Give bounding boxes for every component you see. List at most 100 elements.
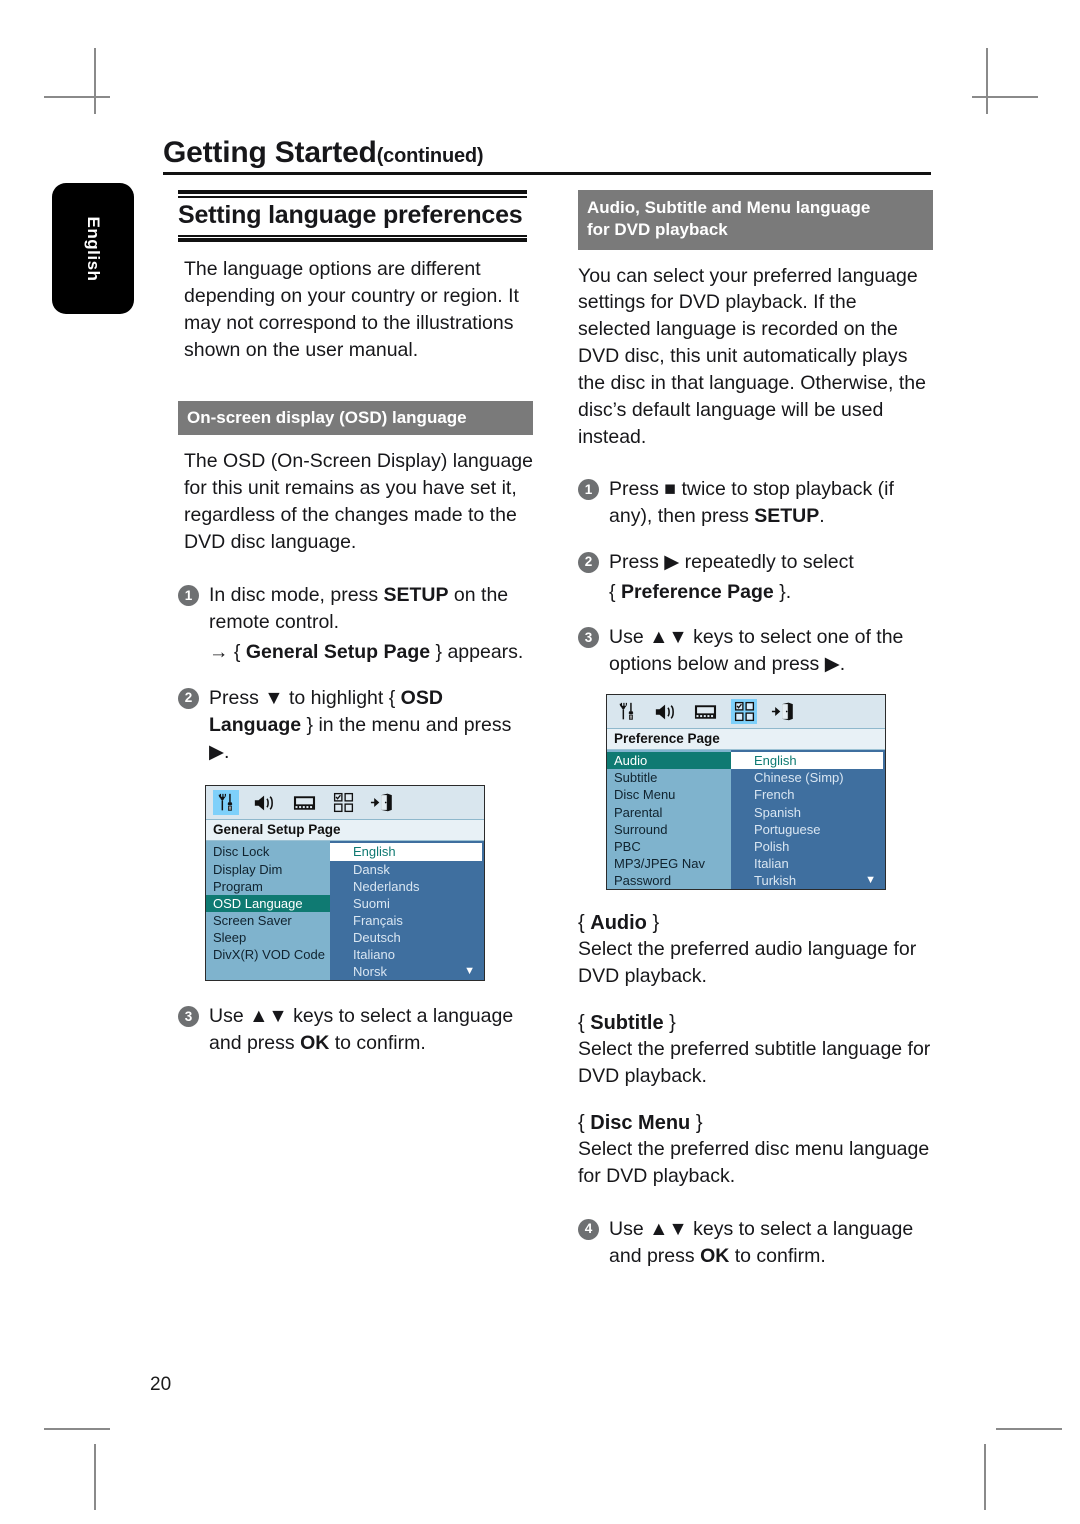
osd-option[interactable]: French <box>731 786 885 803</box>
osd-menu-item[interactable]: PBC <box>607 838 731 855</box>
step-subline-pre: { <box>609 580 621 603</box>
step-text: Use ▲▼ keys to select a language and pre… <box>209 1003 533 1057</box>
osd-option[interactable]: Portuguese <box>731 821 885 838</box>
chapter-title-text: Getting Started <box>163 136 377 169</box>
left-osd-paragraph: The OSD (On-Screen Display) language for… <box>184 450 533 554</box>
step-arrow-bold: General Setup Page <box>245 640 431 663</box>
osd-menu-item[interactable]: DivX(R) VOD Code <box>206 946 330 963</box>
page-title: Getting Started(continued) <box>163 136 484 170</box>
crop-mark-top-left-h <box>44 96 110 98</box>
step-text-post: to confirm. <box>729 1244 826 1267</box>
osd-page-title: General Setup Page <box>206 820 484 842</box>
osd-menu-item[interactable]: Screen Saver <box>206 912 330 929</box>
step-subline-post: }. <box>773 580 792 603</box>
step-text-post: to confirm. <box>329 1032 426 1055</box>
osd-option[interactable]: Italiano <box>330 946 484 963</box>
osd-menu-item[interactable]: MP3/JPEG Nav <box>607 855 731 872</box>
chapter-title-continued: (continued) <box>376 145 484 167</box>
osd-menu-item[interactable]: Sleep <box>206 929 330 946</box>
crop-mark-top-left-v <box>94 48 96 114</box>
speaker-icon[interactable] <box>653 699 679 724</box>
grid-icon[interactable] <box>731 699 757 725</box>
header-rule <box>163 172 931 175</box>
left-intro-paragraph: The language options are different depen… <box>184 258 519 361</box>
film-icon[interactable] <box>692 699 718 724</box>
osd-page-title: Preference Page <box>607 729 885 751</box>
general-setup-page-screenshot: General Setup Page Disc Lock Display Dim… <box>205 785 485 982</box>
osd-body: Audio Subtitle Disc Menu Parental Surrou… <box>607 750 885 890</box>
crop-mark-top-right-v <box>986 48 988 114</box>
term-close-brace: } <box>690 1111 703 1134</box>
crop-mark-bottom-right-h <box>996 1428 1062 1430</box>
film-icon[interactable] <box>291 790 317 815</box>
dvd-language-subheader-line2: for DVD playback <box>587 219 728 239</box>
osd-option[interactable]: Turkish <box>731 872 885 889</box>
osd-option[interactable]: Suomi <box>330 895 484 912</box>
exit-icon[interactable] <box>770 699 796 724</box>
crop-mark-bottom-left-h <box>44 1428 110 1430</box>
grid-icon[interactable] <box>330 790 356 815</box>
left-step-3: 3 Use ▲▼ keys to select a language and p… <box>178 1003 533 1057</box>
language-side-tab-label: English <box>84 216 103 281</box>
term-subtitle: { Subtitle } <box>578 1012 933 1035</box>
osd-menu-item-selected[interactable]: Audio <box>607 752 731 770</box>
osd-option[interactable]: Français <box>330 912 484 929</box>
term-name: Subtitle <box>590 1012 664 1035</box>
dvd-language-subheader: Audio, Subtitle and Menu language for DV… <box>578 190 933 250</box>
exit-icon[interactable] <box>369 790 395 815</box>
step-number-badge: 4 <box>578 1218 599 1240</box>
speaker-icon[interactable] <box>252 790 278 815</box>
osd-menu-item[interactable]: Display Dim <box>206 861 330 878</box>
osd-option[interactable]: Dansk <box>330 861 484 878</box>
left-step-1: 1 In disc mode, press SETUP on the remot… <box>178 582 533 666</box>
step-text: Use ▲▼ keys to select one of the options… <box>609 626 904 676</box>
osd-menu-item[interactable]: Program <box>206 878 330 895</box>
preference-page-screenshot: Preference Page Audio Subtitle Disc Menu… <box>606 694 886 891</box>
step-text: In disc mode, press SETUP on the remote … <box>209 582 533 636</box>
osd-language-subheader-text: On-screen display (OSD) language <box>187 407 467 427</box>
osd-menu-item-selected[interactable]: OSD Language <box>206 894 330 912</box>
term-name: Audio <box>590 912 647 935</box>
osd-option[interactable]: Norsk <box>330 963 484 980</box>
scroll-down-arrow-icon[interactable]: ▼ <box>464 966 475 977</box>
scroll-down-arrow-icon[interactable]: ▼ <box>865 875 876 886</box>
osd-option[interactable]: Polish <box>731 838 885 855</box>
osd-menu-item[interactable]: Password <box>607 872 731 889</box>
step-text-bold: SETUP <box>383 584 449 606</box>
osd-option[interactable]: Nederlands <box>330 878 484 895</box>
osd-option-selected[interactable]: English <box>330 843 482 861</box>
osd-option-selected[interactable]: English <box>731 752 883 770</box>
osd-menu-list: Audio Subtitle Disc Menu Parental Surrou… <box>607 750 731 890</box>
step-text-pre: Press ■ twice to stop playback (if any),… <box>609 477 894 527</box>
step-arrow-prefix: → { <box>209 640 246 663</box>
osd-icon-bar <box>206 786 484 821</box>
step-number-badge: 2 <box>578 551 599 573</box>
step-text-post: . <box>819 504 825 527</box>
osd-menu-item[interactable]: Disc Menu <box>607 786 731 803</box>
step-text: Press ■ twice to stop playback (if any),… <box>609 476 933 530</box>
step-result-line: → { General Setup Page } appears. <box>209 639 533 666</box>
osd-menu-list: Disc Lock Display Dim Program OSD Langua… <box>206 841 330 981</box>
right-step-4: 4 Use ▲▼ keys to select a language and p… <box>578 1216 933 1270</box>
step-subline: { Preference Page }. <box>609 579 933 606</box>
osd-menu-item[interactable]: Disc Lock <box>206 843 330 860</box>
osd-option[interactable]: Italian <box>731 855 885 872</box>
step-text-bold: OK <box>300 1032 330 1055</box>
osd-option[interactable]: Deutsch <box>330 929 484 946</box>
osd-menu-item[interactable]: Subtitle <box>607 769 731 786</box>
osd-menu-item[interactable]: Surround <box>607 821 731 838</box>
osd-menu-item[interactable]: Parental <box>607 804 731 821</box>
osd-option[interactable]: Chinese (Simp) <box>731 769 885 786</box>
tools-icon[interactable] <box>213 790 239 816</box>
osd-option[interactable]: Spanish <box>731 804 885 821</box>
left-column: Setting language preferences The languag… <box>178 190 533 1057</box>
manual-page: Getting Started(continued) English Setti… <box>0 0 1080 1524</box>
crop-mark-bottom-left-v <box>94 1444 96 1510</box>
term-close-brace: } <box>663 1012 676 1035</box>
step-number-badge: 3 <box>178 1006 199 1028</box>
step-number-badge: 1 <box>178 585 199 606</box>
tools-icon[interactable] <box>614 699 640 724</box>
right-step-3: 3 Use ▲▼ keys to select one of the optio… <box>578 624 933 678</box>
right-step-2: 2 Press ▶ repeatedly to select { Prefere… <box>578 549 933 606</box>
right-intro-paragraph: You can select your preferred language s… <box>578 264 926 448</box>
